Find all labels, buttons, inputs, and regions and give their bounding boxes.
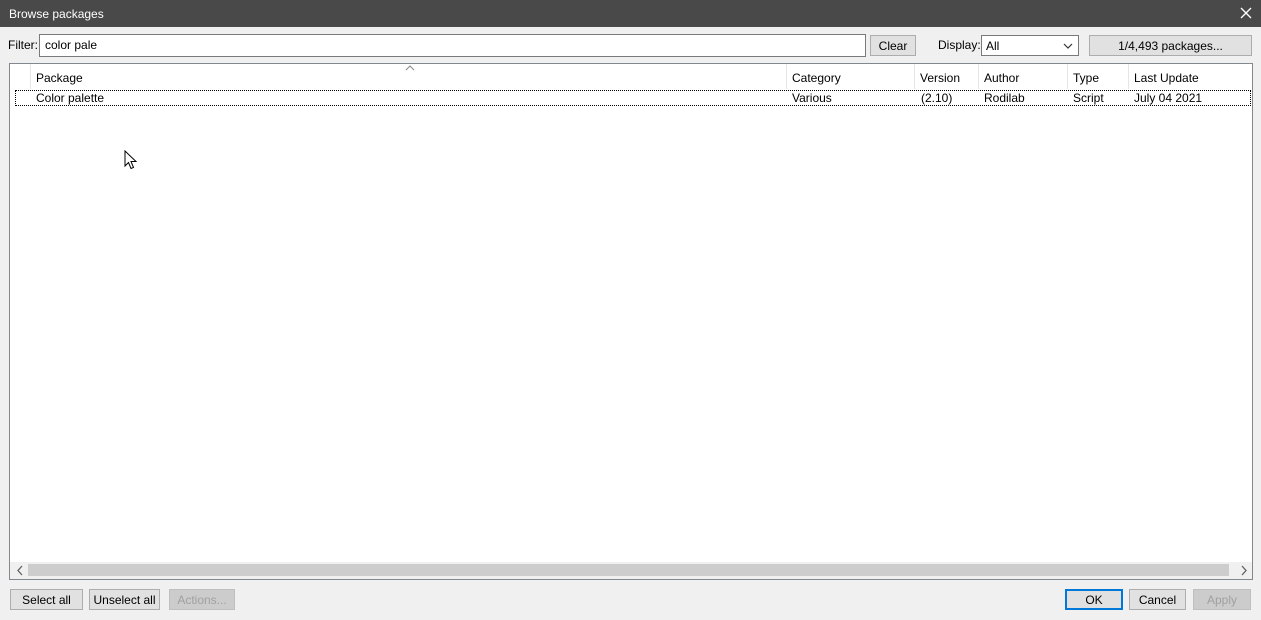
cell-type: Script (1073, 91, 1104, 105)
mouse-cursor-icon (124, 150, 138, 170)
select-all-button[interactable]: Select all (10, 589, 83, 610)
column-header-last-update[interactable]: Last Update (1129, 64, 1252, 89)
column-header-label: Type (1073, 71, 1100, 85)
cell-last-update: July 04 2021 (1134, 91, 1203, 105)
window-title: Browse packages (9, 7, 104, 21)
cell-version: (2.10) (921, 91, 953, 105)
cell-category: Various (792, 91, 832, 105)
apply-button[interactable]: Apply (1193, 589, 1251, 610)
cell-author: Rodilab (984, 91, 1025, 105)
table-header: Package Category Version Author Type Las… (10, 64, 1252, 89)
column-header-label: Package (36, 71, 83, 85)
clear-button[interactable]: Clear (870, 35, 916, 56)
horizontal-scrollbar[interactable] (10, 562, 1252, 579)
chevron-down-icon (1063, 43, 1073, 49)
column-header-version[interactable]: Version (915, 64, 979, 89)
column-header-label: Last Update (1134, 71, 1199, 85)
scroll-left-icon[interactable] (12, 564, 29, 577)
column-header-package[interactable]: Package (31, 64, 787, 89)
cancel-button[interactable]: Cancel (1129, 589, 1186, 610)
close-icon (1240, 7, 1252, 19)
sort-ascending-icon (405, 65, 415, 71)
scrollbar-thumb[interactable] (28, 564, 1229, 576)
packages-table[interactable]: Package Category Version Author Type Las… (9, 63, 1253, 580)
close-button[interactable] (1231, 0, 1261, 27)
packages-count-button[interactable]: 1/4,493 packages... (1089, 35, 1252, 56)
scroll-right-icon[interactable] (1235, 564, 1252, 577)
column-header-label: Author (984, 71, 1020, 85)
unselect-all-button[interactable]: Unselect all (89, 589, 160, 610)
table-row[interactable] (15, 90, 1251, 106)
display-label: Display: (938, 38, 981, 52)
ok-button[interactable]: OK (1065, 589, 1123, 610)
column-header-label: Category (792, 71, 841, 85)
window-titlebar: Browse packages (0, 0, 1261, 27)
display-select[interactable]: All (981, 35, 1079, 56)
filter-input[interactable]: color pale (39, 34, 866, 57)
cell-package: Color palette (36, 91, 105, 105)
column-header-type[interactable]: Type (1068, 64, 1129, 89)
column-header-label: Version (920, 71, 961, 85)
column-header-check[interactable] (10, 64, 31, 89)
display-selected-value: All (986, 39, 1000, 53)
column-header-author[interactable]: Author (979, 64, 1068, 89)
filter-label: Filter: (8, 38, 38, 52)
actions-button[interactable]: Actions... (169, 589, 235, 610)
column-header-category[interactable]: Category (787, 64, 915, 89)
